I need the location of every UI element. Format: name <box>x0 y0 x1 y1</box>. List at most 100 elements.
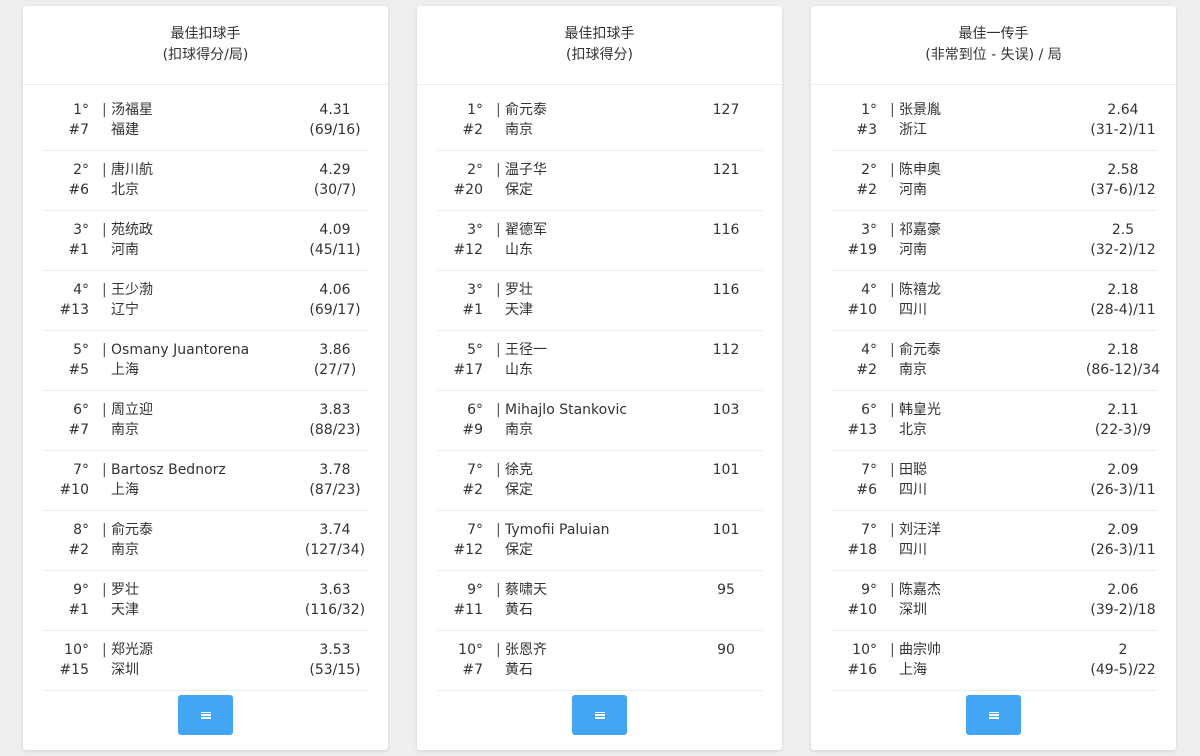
ranking-row[interactable]: 6° #13 | 韩皇光 北京 2.11 (22-3)/9 <box>831 391 1157 451</box>
ranking-row[interactable]: 1° #2 | 俞元泰 南京 127 <box>437 91 763 151</box>
player-team: 福建 <box>111 122 139 138</box>
player-number: #17 <box>453 362 483 378</box>
player-name: 陈申奥 <box>899 162 941 178</box>
ranking-row[interactable]: 3° #19 | 祁嘉豪 河南 2.5 (32-2)/12 <box>831 211 1157 271</box>
stat-value: 2.64 <box>1107 102 1139 118</box>
stat-detail: (27/7) <box>313 362 357 378</box>
separator-bar: | <box>102 282 107 298</box>
player-rank: 1° <box>73 102 89 118</box>
ranking-row[interactable]: 7° #18 | 刘汪洋 四川 2.09 (26-3)/11 <box>831 511 1157 571</box>
separator-bar: | <box>102 582 107 598</box>
separator-bar: | <box>890 582 895 598</box>
player-number: #16 <box>847 662 877 678</box>
player-team: 上海 <box>111 482 139 498</box>
ranking-row[interactable]: 2° #2 | 陈申奥 河南 2.58 (37-6)/12 <box>831 151 1157 211</box>
separator-bar: | <box>496 282 501 298</box>
ranking-row[interactable]: 3° #1 | 苑统政 河南 4.09 (45/11) <box>43 211 369 271</box>
card-title-line1: 最佳扣球手 <box>564 26 635 42</box>
player-rank: 7° <box>467 462 483 478</box>
player-number: #19 <box>847 242 877 258</box>
stat-value: 101 <box>712 462 740 478</box>
ranking-row[interactable]: 1° #7 | 汤福星 福建 4.31 (69/16) <box>43 91 369 151</box>
ranking-row[interactable]: 9° #1 | 罗壮 天津 3.63 (116/32) <box>43 571 369 631</box>
separator-bar: | <box>102 342 107 358</box>
ranking-row[interactable]: 6° #9 | Mihajlo Stankovic 南京 103 <box>437 391 763 451</box>
separator-bar: | <box>496 102 501 118</box>
player-rank: 10° <box>458 642 483 658</box>
ranking-row[interactable]: 9° #11 | 蔡啸天 黄石 95 <box>437 571 763 631</box>
ranking-row[interactable]: 4° #10 | 陈禧龙 四川 2.18 (28-4)/11 <box>831 271 1157 331</box>
ranking-row[interactable]: 4° #2 | 俞元泰 南京 2.18 (86-12)/34 <box>831 331 1160 391</box>
player-number: #12 <box>453 242 483 258</box>
player-number: #7 <box>462 662 483 678</box>
leaderboard-card-2: 最佳扣球手 (扣球得分) 1° #2 | 俞元泰 南京 127 2° #20 |… <box>417 6 782 750</box>
player-number: #1 <box>68 602 89 618</box>
ranking-list: 1° #3 | 张景胤 浙江 2.64 (31-2)/11 2° #2 | 陈申… <box>831 91 1160 691</box>
show-more-button[interactable] <box>966 695 1021 735</box>
separator-bar: | <box>890 342 895 358</box>
stat-detail: (69/17) <box>309 302 361 318</box>
ranking-row[interactable]: 2° #6 | 唐川航 北京 4.29 (30/7) <box>43 151 369 211</box>
player-number: #6 <box>68 182 89 198</box>
player-number: #20 <box>453 182 483 198</box>
player-team: 南京 <box>111 542 139 558</box>
separator-bar: | <box>496 342 501 358</box>
stat-value: 2.09 <box>1107 462 1139 478</box>
separator-bar: | <box>890 222 895 238</box>
ranking-row[interactable]: 10° #15 | 郑光源 深圳 3.53 (53/15) <box>43 631 369 691</box>
player-team: 辽宁 <box>111 302 139 318</box>
ranking-row[interactable]: 7° #6 | 田聪 四川 2.09 (26-3)/11 <box>831 451 1157 511</box>
ranking-row[interactable]: 7° #2 | 徐克 保定 101 <box>437 451 763 511</box>
ranking-row[interactable]: 2° #20 | 温子华 保定 121 <box>437 151 763 211</box>
player-name: 俞元泰 <box>505 102 547 118</box>
separator-bar: | <box>102 222 107 238</box>
player-number: #18 <box>847 542 877 558</box>
ranking-row[interactable]: 3° #1 | 罗壮 天津 116 <box>437 271 763 331</box>
ranking-row[interactable]: 3° #12 | 翟德军 山东 116 <box>437 211 763 271</box>
ranking-row[interactable]: 10° #16 | 曲宗帅 上海 2 (49-5)/22 <box>831 631 1157 691</box>
ranking-row[interactable]: 9° #10 | 陈嘉杰 深圳 2.06 (39-2)/18 <box>831 571 1157 631</box>
separator-bar: | <box>890 162 895 178</box>
player-name: 罗壮 <box>505 282 533 298</box>
player-number: #2 <box>856 362 877 378</box>
ranking-row[interactable]: 5° #17 | 王径一 山东 112 <box>437 331 763 391</box>
player-rank: 7° <box>467 522 483 538</box>
player-rank: 7° <box>73 462 89 478</box>
stat-value: 2.09 <box>1107 522 1139 538</box>
player-team: 河南 <box>899 242 927 258</box>
ranking-row[interactable]: 7° #12 | Tymofii Paluian 保定 101 <box>437 511 763 571</box>
player-rank: 6° <box>861 402 877 418</box>
stat-value: 4.06 <box>319 282 351 298</box>
ranking-row[interactable]: 7° #10 | Bartosz Bednorz 上海 3.78 (87/23) <box>43 451 369 511</box>
ranking-row[interactable]: 1° #3 | 张景胤 浙江 2.64 (31-2)/11 <box>831 91 1157 151</box>
ranking-row[interactable]: 6° #7 | 周立迎 南京 3.83 (88/23) <box>43 391 369 451</box>
player-number: #2 <box>462 482 483 498</box>
ranking-row[interactable]: 4° #13 | 王少渤 辽宁 4.06 (69/17) <box>43 271 369 331</box>
stat-value: 2.11 <box>1107 402 1139 418</box>
show-more-button[interactable] <box>572 695 627 735</box>
stat-detail: (39-2)/18 <box>1090 602 1156 618</box>
ranking-row[interactable]: 8° #2 | 俞元泰 南京 3.74 (127/34) <box>43 511 369 571</box>
show-more-button[interactable] <box>178 695 233 735</box>
separator-bar: | <box>496 162 501 178</box>
ranking-row[interactable]: 5° #5 | Osmany Juantorena 上海 3.86 (27/7) <box>43 331 369 391</box>
player-rank: 5° <box>467 342 483 358</box>
separator-bar: | <box>496 522 501 538</box>
stat-value: 127 <box>712 102 740 118</box>
player-name: Osmany Juantorena <box>111 342 250 358</box>
separator-bar: | <box>496 462 501 478</box>
stat-value: 121 <box>712 162 740 178</box>
stat-value: 116 <box>712 222 740 238</box>
player-team: 天津 <box>111 602 139 618</box>
player-name: 唐川航 <box>111 162 153 178</box>
separator-bar: | <box>102 402 107 418</box>
player-rank: 2° <box>467 162 483 178</box>
player-team: 河南 <box>111 242 139 258</box>
player-rank: 3° <box>467 222 483 238</box>
leaderboard-card-3: 最佳一传手 (非常到位 - 失误) / 局 1° #3 | 张景胤 浙江 2.6… <box>811 6 1176 750</box>
player-team: 浙江 <box>899 122 927 138</box>
player-team: 保定 <box>505 542 533 558</box>
player-team: 深圳 <box>899 602 927 618</box>
ranking-row[interactable]: 10° #7 | 张恩齐 黄石 90 <box>437 631 763 691</box>
stat-detail: (88/23) <box>309 422 361 438</box>
